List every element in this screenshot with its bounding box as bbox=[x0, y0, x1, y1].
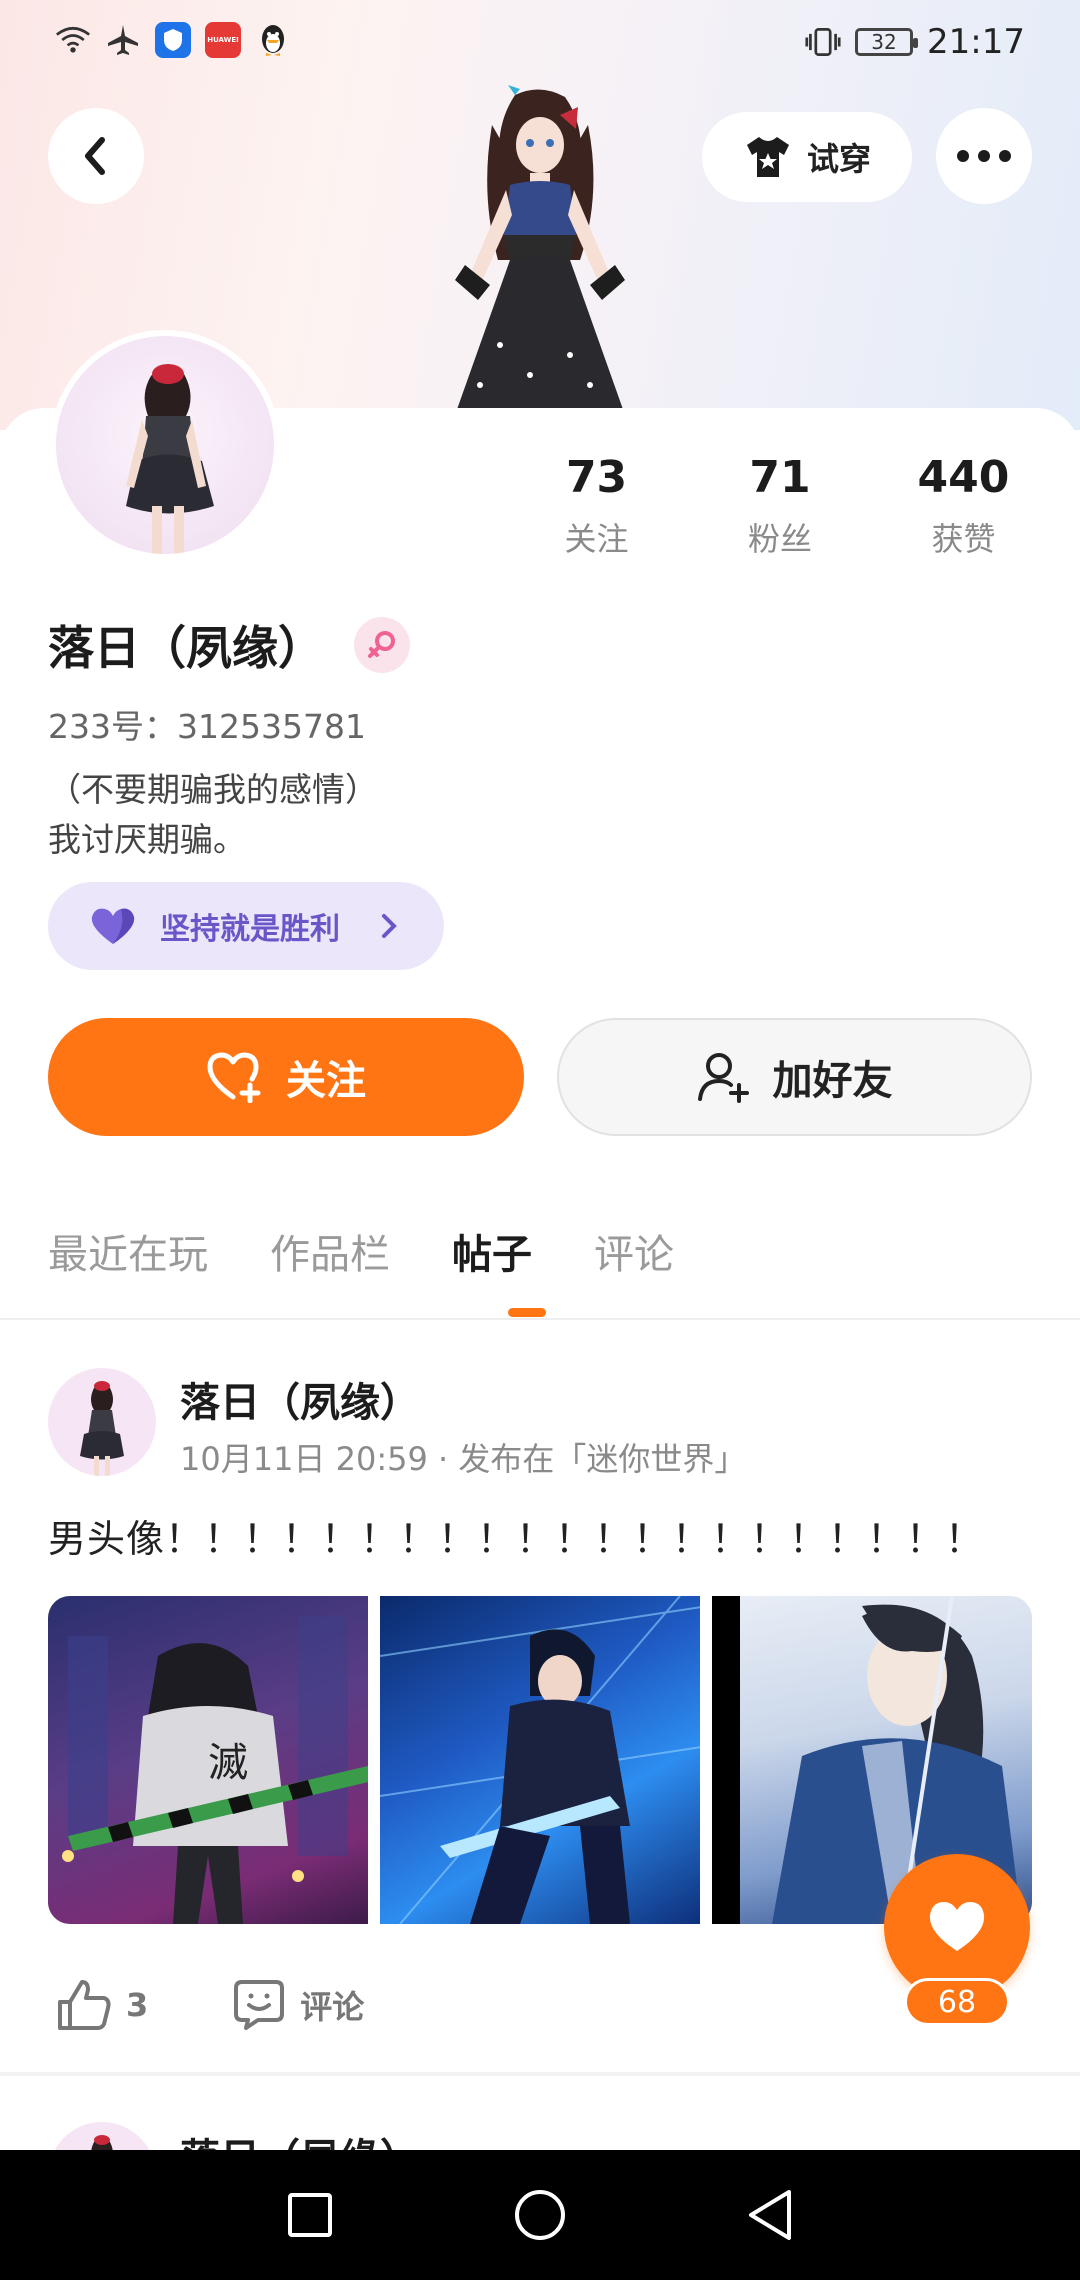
post-actions: 3 评论 bbox=[56, 1978, 364, 2032]
post-author-avatar[interactable] bbox=[48, 1368, 156, 1476]
motto-label: 坚持就是胜利 bbox=[160, 912, 340, 947]
comment-label: 评论 bbox=[300, 1988, 365, 2026]
avatar-character-image bbox=[126, 364, 214, 554]
clock: 21:17 bbox=[927, 22, 1025, 62]
shield-app-icon bbox=[155, 22, 191, 58]
bio-line-2: 我讨厌期骗。 bbox=[48, 820, 246, 859]
user-name: 落日（夙缘） bbox=[48, 621, 324, 675]
post-image-2[interactable] bbox=[380, 1596, 700, 1924]
tab-comments[interactable]: 评论 bbox=[594, 1222, 674, 1280]
more-dots-icon bbox=[957, 150, 1011, 162]
stat-likes[interactable]: 440 获赞 bbox=[867, 448, 1060, 560]
avatar-figure-image bbox=[455, 85, 625, 425]
motto-tag[interactable]: 坚持就是胜利 bbox=[48, 882, 444, 970]
battery-indicator: 32 bbox=[855, 28, 919, 56]
following-count: 73 bbox=[565, 452, 628, 503]
content-tabs: 最近在玩 作品栏 帖子 评论 bbox=[48, 1222, 674, 1280]
like-button[interactable]: 3 bbox=[56, 1978, 148, 2032]
author-avatar-image bbox=[80, 1381, 124, 1476]
recent-apps-button[interactable] bbox=[280, 2185, 340, 2245]
heart-count-badge: 68 bbox=[904, 1978, 1010, 2026]
image-kanji-caption: 滅 bbox=[208, 1740, 248, 1786]
system-nav-bar bbox=[0, 2150, 1080, 2280]
huawei-app-icon: HUAWEI bbox=[205, 22, 241, 58]
chevron-left-icon bbox=[85, 137, 105, 175]
tab-works[interactable]: 作品栏 bbox=[270, 1222, 390, 1280]
following-label: 关注 bbox=[564, 520, 629, 558]
vibrate-icon bbox=[805, 24, 841, 60]
name-row: 落日（夙缘） bbox=[48, 612, 410, 678]
qq-penguin-icon bbox=[255, 22, 291, 58]
stat-fans[interactable]: 71 粉丝 bbox=[693, 448, 867, 560]
purple-heart-icon bbox=[91, 908, 135, 944]
comment-smile-icon bbox=[234, 1980, 285, 2030]
active-tab-indicator bbox=[508, 1308, 546, 1317]
wifi-icon bbox=[55, 22, 91, 58]
circle-icon bbox=[515, 2190, 565, 2240]
female-gender-icon bbox=[354, 617, 410, 673]
fans-count: 71 bbox=[749, 452, 811, 503]
post-author-name[interactable]: 落日（夙缘） bbox=[180, 1370, 420, 1428]
user-avatar[interactable] bbox=[50, 330, 280, 560]
tab-posts[interactable]: 帖子 bbox=[452, 1222, 532, 1280]
tshirt-star-icon bbox=[746, 137, 789, 177]
square-icon bbox=[288, 2193, 332, 2237]
user-id: 233号：312535781 bbox=[48, 707, 366, 746]
system-back-button[interactable] bbox=[740, 2185, 800, 2245]
like-count: 3 bbox=[126, 1986, 149, 2024]
tab-recently-played[interactable]: 最近在玩 bbox=[48, 1222, 208, 1280]
bio-line-1: （不要期骗我的感情） bbox=[48, 770, 378, 809]
chevron-right-icon bbox=[382, 914, 397, 938]
fans-label: 粉丝 bbox=[748, 520, 813, 558]
likes-count: 440 bbox=[917, 452, 1010, 503]
heart-plus-icon bbox=[207, 1052, 261, 1103]
likes-label: 获赞 bbox=[931, 520, 996, 558]
post-meta: 10月11日 20:59 · 发布在「迷你世界」 bbox=[180, 1440, 747, 1478]
add-friend-label: 加好友 bbox=[772, 1058, 893, 1104]
more-options-button[interactable] bbox=[936, 108, 1032, 204]
post-divider bbox=[0, 2072, 1080, 2076]
follow-label: 关注 bbox=[286, 1058, 366, 1104]
heart-icon bbox=[929, 1902, 985, 1951]
home-button[interactable] bbox=[510, 2185, 570, 2245]
back-button[interactable] bbox=[48, 108, 144, 204]
post-text[interactable]: 男头像！！！！！！！！！！！！！！！！！！！！！ bbox=[48, 1508, 984, 1563]
airplane-icon bbox=[105, 22, 141, 58]
tabs-divider bbox=[0, 1318, 1080, 1320]
triangle-back-icon bbox=[749, 2190, 791, 2240]
post-image-gallery: 滅 bbox=[48, 1596, 1032, 1924]
try-on-button[interactable]: 试穿 bbox=[702, 112, 912, 202]
comment-button[interactable]: 评论 bbox=[232, 1978, 364, 2032]
post-image-1[interactable]: 滅 bbox=[48, 1596, 368, 1924]
thumbs-up-icon bbox=[58, 1980, 111, 2030]
user-bio: （不要期骗我的感情） 我讨厌期骗。 bbox=[48, 765, 378, 865]
add-user-icon bbox=[697, 1053, 749, 1103]
follow-button[interactable]: 关注 bbox=[48, 1018, 524, 1136]
stats-row: 73 关注 71 粉丝 440 获赞 bbox=[500, 448, 1060, 560]
stat-following[interactable]: 73 关注 bbox=[500, 448, 693, 560]
status-bar: HUAWEI 32 21:17 bbox=[0, 0, 1080, 90]
add-friend-button[interactable]: 加好友 bbox=[557, 1018, 1032, 1136]
try-on-label: 试穿 bbox=[806, 140, 871, 178]
